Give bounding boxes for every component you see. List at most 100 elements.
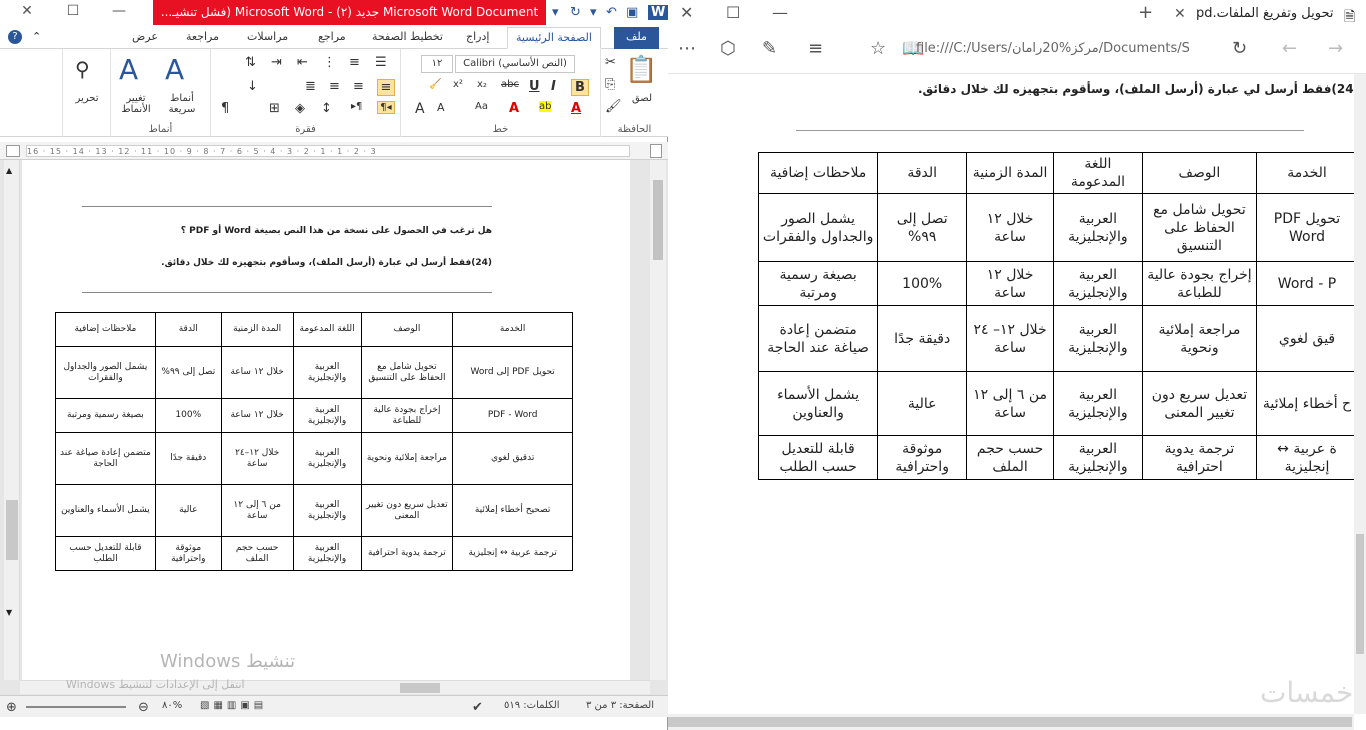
web-note-icon[interactable]: ✎	[762, 38, 777, 59]
binoculars-icon[interactable]: ⚲	[75, 57, 90, 81]
tab-review[interactable]: مراجعة	[186, 30, 219, 43]
forward-icon[interactable]: →	[1328, 38, 1343, 59]
quick-styles-button[interactable]: أنماط سريعة	[159, 93, 205, 115]
tab-references[interactable]: مراجع	[318, 30, 346, 43]
justify-icon[interactable]: ≣	[305, 79, 316, 94]
favorite-icon[interactable]: ☆	[870, 38, 886, 59]
scroll-thumb[interactable]	[668, 717, 1352, 727]
clear-format-icon[interactable]: 🧹	[429, 79, 441, 90]
ltr-icon[interactable]: ▸¶	[351, 101, 362, 112]
paste-icon[interactable]: 📋	[625, 55, 657, 85]
scroll-thumb[interactable]	[653, 180, 663, 260]
align-left-icon[interactable]: ≡	[329, 79, 340, 94]
tab-home[interactable]: الصفحة الرئيسية	[507, 27, 601, 49]
back-icon[interactable]: ←	[1282, 38, 1297, 59]
change-case-icon[interactable]: Aa	[475, 101, 488, 112]
save-icon[interactable]: ▣	[626, 5, 638, 20]
tab-page-layout[interactable]: تخطيط الصفحة	[372, 30, 443, 43]
text-effect-icon[interactable]: A	[509, 101, 519, 116]
minimize-icon[interactable]: —	[772, 3, 788, 22]
collapse-ribbon-icon[interactable]: ⌃	[32, 30, 41, 43]
multilevel-list-icon[interactable]: ⋮	[323, 55, 336, 70]
align-right-icon[interactable]: ≡	[377, 79, 395, 96]
scroll-thumb[interactable]	[400, 683, 440, 693]
vertical-scrollbar[interactable]	[650, 160, 666, 680]
page-count[interactable]: الصفحة: ٣ من ٣	[586, 700, 654, 711]
redo-icon[interactable]: ↻	[570, 5, 581, 20]
document-page[interactable]: هل ترغب في الحصول على نسخة من هذا النص ب…	[22, 160, 630, 680]
zoom-out-icon[interactable]: ⊖	[138, 700, 149, 715]
ruler-scale[interactable]: 16 · 15 · 14 · 13 · 12 · 11 · 10 · 9 · 8…	[26, 145, 630, 157]
word-count[interactable]: الكلمات: ٥١٩	[504, 700, 560, 711]
bold-icon[interactable]: B	[571, 79, 589, 96]
underline-icon[interactable]: U	[529, 79, 540, 94]
scroll-thumb[interactable]	[6, 500, 18, 560]
decrease-indent-icon[interactable]: ⇤	[297, 55, 308, 70]
minimize-button[interactable]: —	[104, 3, 134, 23]
hub-icon[interactable]: ≡	[808, 38, 823, 59]
scroll-down-icon[interactable]: ▼	[6, 608, 12, 617]
sort-icon[interactable]: ⇅	[245, 55, 256, 70]
tab-insert[interactable]: إدراج	[466, 30, 489, 43]
scroll-thumb[interactable]	[1356, 534, 1364, 654]
dropdown-icon[interactable]: ▾	[590, 5, 597, 20]
sort-az-icon[interactable]: ↓	[247, 79, 258, 94]
font-color-icon[interactable]: A	[571, 101, 581, 116]
close-button[interactable]: ✕	[12, 3, 42, 23]
vertical-scrollbar[interactable]	[1354, 74, 1366, 714]
subscript-icon[interactable]: x₂	[477, 79, 487, 90]
superscript-icon[interactable]: x²	[453, 79, 463, 90]
grow-font-icon[interactable]: A	[415, 101, 425, 117]
font-size-select[interactable]: ١٢	[421, 55, 453, 73]
scroll-up-icon[interactable]: ▲	[6, 166, 12, 175]
zoom-slider[interactable]	[26, 706, 126, 708]
editing-button[interactable]: تحرير	[65, 93, 109, 104]
format-painter-icon[interactable]: 🖌	[605, 99, 622, 114]
share-icon[interactable]: ⬡	[720, 38, 736, 59]
highlight-icon[interactable]: ab	[539, 101, 552, 112]
copy-icon[interactable]: ⎘	[605, 77, 615, 92]
zoom-level[interactable]: %٨٠	[162, 700, 182, 711]
paste-button[interactable]: لصق	[627, 93, 657, 104]
maximize-icon[interactable]: ☐	[726, 3, 740, 22]
cut-icon[interactable]: ✂	[605, 55, 616, 70]
change-styles-button[interactable]: تغيير الأنماط	[113, 93, 159, 115]
refresh-icon[interactable]: ↻	[1232, 38, 1247, 59]
line-spacing-icon[interactable]: ↕	[321, 101, 332, 116]
shading-icon[interactable]: ◈	[295, 101, 305, 116]
tab-file[interactable]: ملف	[614, 27, 659, 49]
view-ruler-button[interactable]	[650, 144, 662, 158]
borders-icon[interactable]: ⊞	[269, 101, 280, 116]
change-styles-icon[interactable]: A	[119, 53, 138, 86]
horizontal-scrollbar[interactable]	[668, 714, 1354, 730]
undo-icon[interactable]: ↶	[606, 5, 617, 20]
bullets-icon[interactable]: ☰	[375, 55, 387, 70]
proofing-icon[interactable]: ✔	[472, 700, 483, 715]
rtl-icon[interactable]: ¶◂	[377, 101, 395, 114]
tab-view[interactable]: عرض	[132, 30, 158, 43]
tab-mailings[interactable]: مراسلات	[247, 30, 288, 43]
strikethrough-icon[interactable]: abc	[501, 79, 519, 90]
browser-tab[interactable]: ✕ تحويل وتفريغ الملفات.pd 🗎	[1168, 0, 1366, 30]
view-buttons-icon[interactable]: ▤▣▥▦▧	[200, 700, 267, 711]
maximize-button[interactable]: ☐	[58, 3, 88, 23]
zoom-in-icon[interactable]: ⊕	[6, 700, 17, 715]
quick-styles-icon[interactable]: A	[165, 53, 184, 86]
help-icon[interactable]: ?	[8, 30, 22, 44]
address-bar[interactable]: file:///C:/Users/مركز%20رامان/Documents/…	[916, 41, 1206, 63]
more-icon[interactable]: ⋯	[678, 38, 696, 59]
align-center-icon[interactable]: ≡	[353, 79, 364, 94]
increase-indent-icon[interactable]: ⇥	[271, 55, 282, 70]
italic-icon[interactable]: I	[551, 79, 556, 94]
dropdown-icon[interactable]: ▾	[552, 5, 559, 20]
numbering-icon[interactable]: ≡	[349, 55, 360, 70]
font-name-select[interactable]: (النص الأساسي) Calibri	[455, 55, 575, 73]
tab-selector[interactable]	[6, 145, 20, 157]
close-icon[interactable]: ✕	[680, 3, 693, 22]
new-tab-button[interactable]: +	[1138, 2, 1153, 23]
shrink-font-icon[interactable]: A	[437, 101, 445, 114]
tab-close-button[interactable]: ✕	[1174, 6, 1186, 22]
show-marks-icon[interactable]: ¶	[221, 101, 229, 116]
pdf-viewer[interactable]: (24)فقط أرسل لي عبارة (أرسل الملف)، وسأق…	[668, 74, 1354, 714]
left-scrollbar[interactable]: ▲ ▼	[4, 160, 20, 680]
